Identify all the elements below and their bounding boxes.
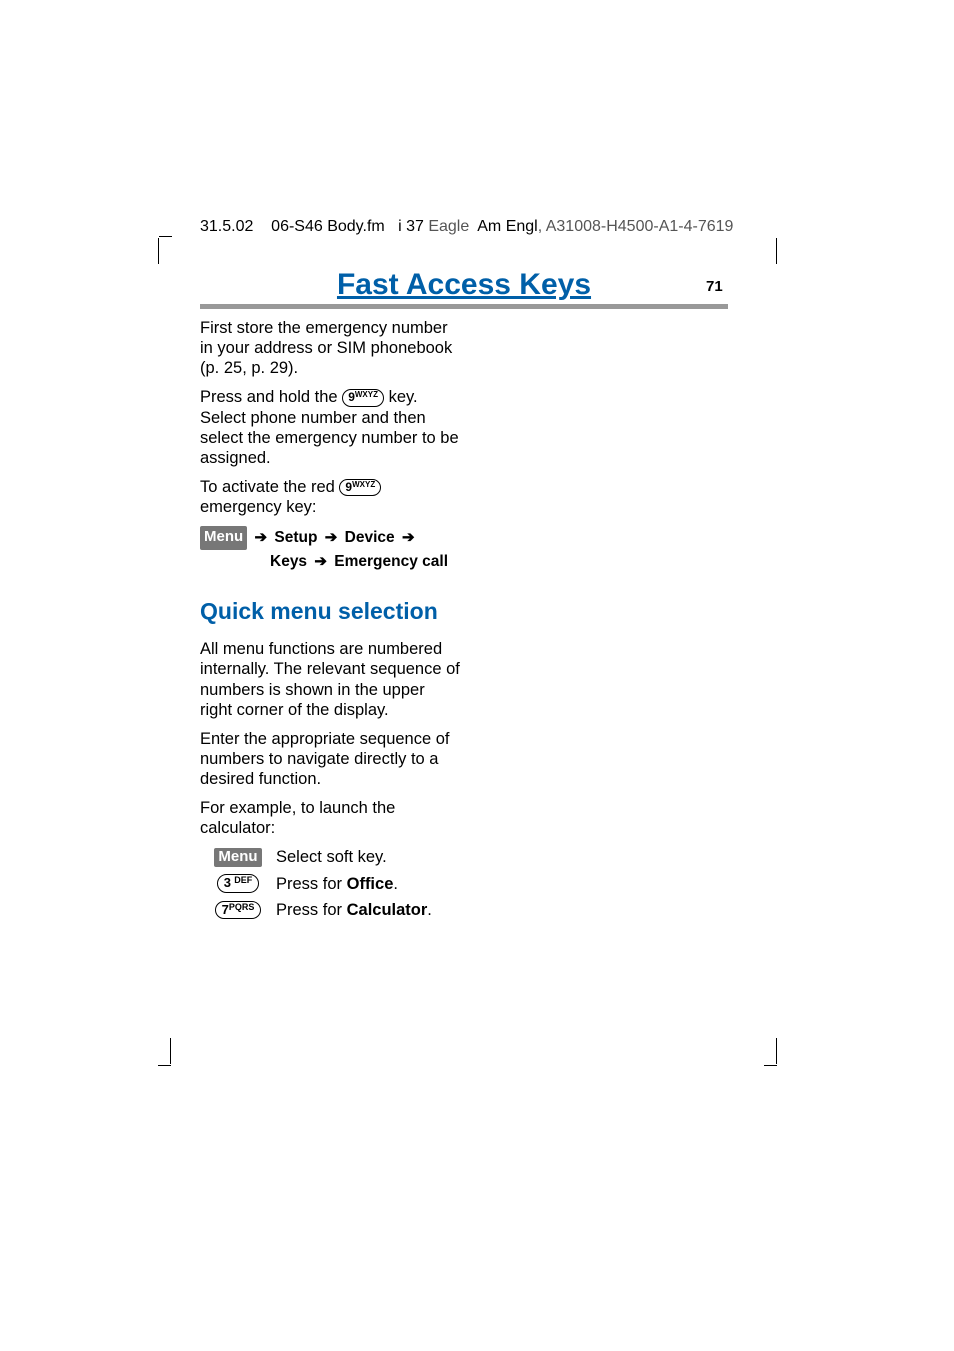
title-rule (200, 304, 728, 309)
section-quick-menu-title: Quick menu selection (200, 597, 460, 625)
crop-mark-top-left (158, 236, 172, 264)
step-3-text: Press for Office. (276, 874, 460, 894)
steps-list: Menu Select soft key. 3 DEF Press for Of… (200, 847, 460, 919)
header-project: Eagle (428, 218, 469, 235)
key-9-icon: 9WXYZ (339, 479, 381, 496)
arrow-icon: ➔ (254, 527, 267, 550)
doc-header: 31.5.02 06-S46 Body.fm i 37 Eagle Am Eng… (200, 218, 733, 236)
step-7-text: Press for Calculator. (276, 900, 460, 920)
key-7-icon: 7PQRS (215, 901, 262, 919)
step-key-3: 3 DEF Press for Office. (200, 874, 460, 894)
nav-keys: Keys (270, 553, 307, 570)
para-press-hold: Press and hold the 9WXYZ key. Select pho… (200, 387, 460, 468)
menu-path: Menu ➔ Setup ➔ Device ➔ Keys ➔ Emergency… (200, 526, 460, 573)
step-key-7: 7PQRS Press for Calculator. (200, 900, 460, 920)
menu-softkey: Menu (214, 848, 261, 867)
header-filename: 06-S46 Body.fm (271, 218, 385, 235)
header-index: i 37 (398, 218, 424, 235)
header-date: 31.5.02 (200, 218, 253, 235)
header-docid: , A31008-H4500-A1-4-7619 (538, 218, 734, 235)
menu-softkey: Menu (200, 526, 247, 550)
step-menu: Menu Select soft key. (200, 847, 460, 867)
nav-setup: Setup (274, 529, 317, 546)
page-number: 71 (706, 278, 723, 295)
arrow-icon: ➔ (402, 527, 415, 550)
step-menu-text: Select soft key. (276, 847, 460, 867)
para-activate-red: To activate the red 9WXYZ emergency key: (200, 477, 460, 517)
para-quick-2: Enter the appropriate sequence of number… (200, 729, 460, 789)
arrow-icon: ➔ (314, 551, 327, 574)
body-content: First store the emergency number in your… (200, 318, 460, 926)
key-9-icon: 9WXYZ (342, 389, 384, 406)
nav-emergency: Emergency call (334, 553, 448, 570)
crop-mark-top-right (763, 236, 777, 264)
header-lang: Am Engl (477, 218, 537, 235)
page-title-block: Fast Access Keys (200, 268, 728, 309)
crop-mark-bottom-left (158, 1038, 172, 1066)
para-quick-1: All menu functions are numbered internal… (200, 639, 460, 720)
para-quick-3: For example, to launch the calculator: (200, 798, 460, 838)
key-3-icon: 3 DEF (217, 874, 260, 892)
crop-mark-bottom-right (763, 1038, 777, 1066)
nav-device: Device (345, 529, 395, 546)
para-store-emergency: First store the emergency number in your… (200, 318, 460, 378)
arrow-icon: ➔ (325, 527, 338, 550)
page-title: Fast Access Keys (200, 268, 728, 302)
